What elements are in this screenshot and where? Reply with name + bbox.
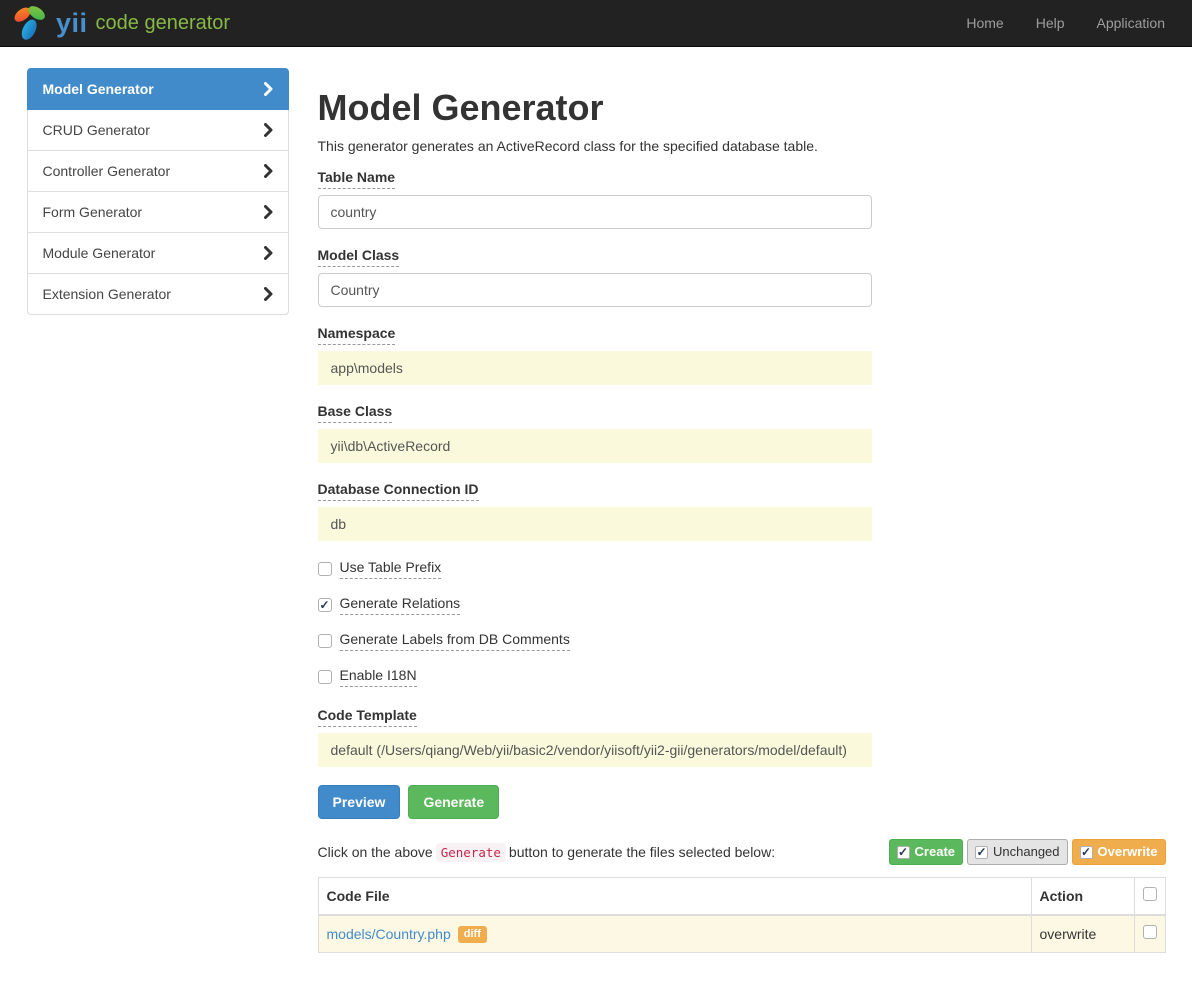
file-filters: Create Unchanged Overwrite [889,839,1166,865]
chevron-right-icon [264,287,273,301]
form-group-model-class: Model Class [318,247,1166,307]
enable-i18n-label[interactable]: Enable I18N [340,667,417,687]
namespace-value[interactable]: app\models [318,351,872,385]
code-file-header: Code File [318,878,1031,916]
checkbox-group-use-table-prefix: Use Table Prefix [318,559,1166,579]
hint-prefix: Click on the above [318,844,433,860]
form-group-base-class: Base Class yii\db\ActiveRecord [318,403,1166,463]
chevron-right-icon [264,123,273,137]
filter-unchanged-checkbox[interactable] [975,846,988,859]
yii-logo-icon [10,3,50,43]
action-cell: overwrite [1031,915,1134,953]
filter-overwrite-toggle[interactable]: Overwrite [1072,839,1166,865]
code-template-value[interactable]: default (/Users/qiang/Web/yii/basic2/ven… [318,733,872,767]
page-title: Model Generator [318,88,1166,128]
hint-code: Generate [436,843,506,862]
enable-i18n-checkbox[interactable] [318,670,332,684]
row-checkbox[interactable] [1143,925,1157,939]
filter-unchanged-toggle[interactable]: Unchanged [967,839,1068,865]
db-connection-label: Database Connection ID [318,481,479,501]
sidebar-item-extension-generator[interactable]: Extension Generator [27,273,289,315]
form-group-table-name: Table Name [318,169,1166,229]
sidebar-item-model-generator[interactable]: Model Generator [27,68,289,110]
select-all-checkbox[interactable] [1143,887,1157,901]
chevron-right-icon [264,82,273,96]
sidebar-item-label: Model Generator [43,79,154,99]
form-buttons: Preview Generate [318,785,1166,819]
table-row: models/Country.php diff overwrite [318,915,1165,953]
checkbox-group-enable-i18n: Enable I18N [318,667,1166,687]
action-header: Action [1031,878,1134,916]
checkbox-group-generate-labels: Generate Labels from DB Comments [318,631,1166,651]
page-description: This generator generates an ActiveRecord… [318,138,1166,154]
db-connection-value[interactable]: db [318,507,872,541]
namespace-label: Namespace [318,325,396,345]
use-table-prefix-label[interactable]: Use Table Prefix [340,559,442,579]
brand-yii-text: yii [56,8,88,39]
base-class-value[interactable]: yii\db\ActiveRecord [318,429,872,463]
model-class-label: Model Class [318,247,400,267]
filter-create-checkbox[interactable] [897,846,910,859]
filter-unchanged-label: Unchanged [993,843,1060,861]
code-file-link[interactable]: models/Country.php [327,926,451,942]
sidebar-item-label: Controller Generator [43,161,171,181]
table-header-row: Code File Action [318,878,1165,916]
generate-button[interactable]: Generate [408,785,499,819]
brand-link[interactable]: yii code generator [10,3,230,43]
sidebar-item-label: CRUD Generator [43,120,150,140]
preview-button[interactable]: Preview [318,785,401,819]
generate-labels-label[interactable]: Generate Labels from DB Comments [340,631,570,651]
nav-link-home[interactable]: Home [934,15,1003,31]
results-row: Click on the aboveGeneratebutton to gene… [318,839,1166,865]
nav-link-help[interactable]: Help [1004,15,1065,31]
generate-relations-checkbox[interactable] [318,598,332,612]
sidebar-item-controller-generator[interactable]: Controller Generator [27,150,289,192]
form-group-code-template: Code Template default (/Users/qiang/Web/… [318,707,1166,767]
filter-overwrite-checkbox[interactable] [1080,846,1093,859]
sidebar-item-form-generator[interactable]: Form Generator [27,191,289,233]
table-name-input[interactable] [318,195,872,229]
form-group-namespace: Namespace app\models [318,325,1166,385]
generate-relations-label[interactable]: Generate Relations [340,595,461,615]
generator-sidebar: Model Generator CRUD Generator Controlle… [27,68,289,315]
sidebar-item-label: Module Generator [43,243,156,263]
table-name-label: Table Name [318,169,396,189]
main-content: Model Generator This generator generates… [318,68,1166,983]
diff-badge[interactable]: diff [458,926,487,943]
form-group-db-connection: Database Connection ID db [318,481,1166,541]
checkbox-group-generate-relations: Generate Relations [318,595,1166,615]
brand-suffix-text: code generator [96,12,231,35]
generate-hint: Click on the aboveGeneratebutton to gene… [318,844,776,860]
filter-create-toggle[interactable]: Create [889,839,963,865]
model-class-input[interactable] [318,273,872,307]
code-files-table: Code File Action models/Country.php diff … [318,877,1166,953]
navbar-links: Home Help Application [934,15,1165,31]
sidebar-item-module-generator[interactable]: Module Generator [27,232,289,274]
filter-create-label: Create [915,843,955,861]
select-all-cell [1134,878,1165,916]
code-file-cell: models/Country.php diff [318,915,1031,953]
generate-labels-checkbox[interactable] [318,634,332,648]
sidebar-item-label: Extension Generator [43,284,171,304]
code-template-label: Code Template [318,707,417,727]
use-table-prefix-checkbox[interactable] [318,562,332,576]
chevron-right-icon [264,205,273,219]
row-select-cell [1134,915,1165,953]
chevron-right-icon [264,164,273,178]
sidebar-item-label: Form Generator [43,202,143,222]
base-class-label: Base Class [318,403,393,423]
chevron-right-icon [264,246,273,260]
filter-overwrite-label: Overwrite [1098,843,1158,861]
sidebar-item-crud-generator[interactable]: CRUD Generator [27,109,289,151]
hint-suffix: button to generate the files selected be… [509,844,775,860]
nav-link-application[interactable]: Application [1065,15,1166,31]
navbar: yii code generator Home Help Application [0,0,1192,47]
